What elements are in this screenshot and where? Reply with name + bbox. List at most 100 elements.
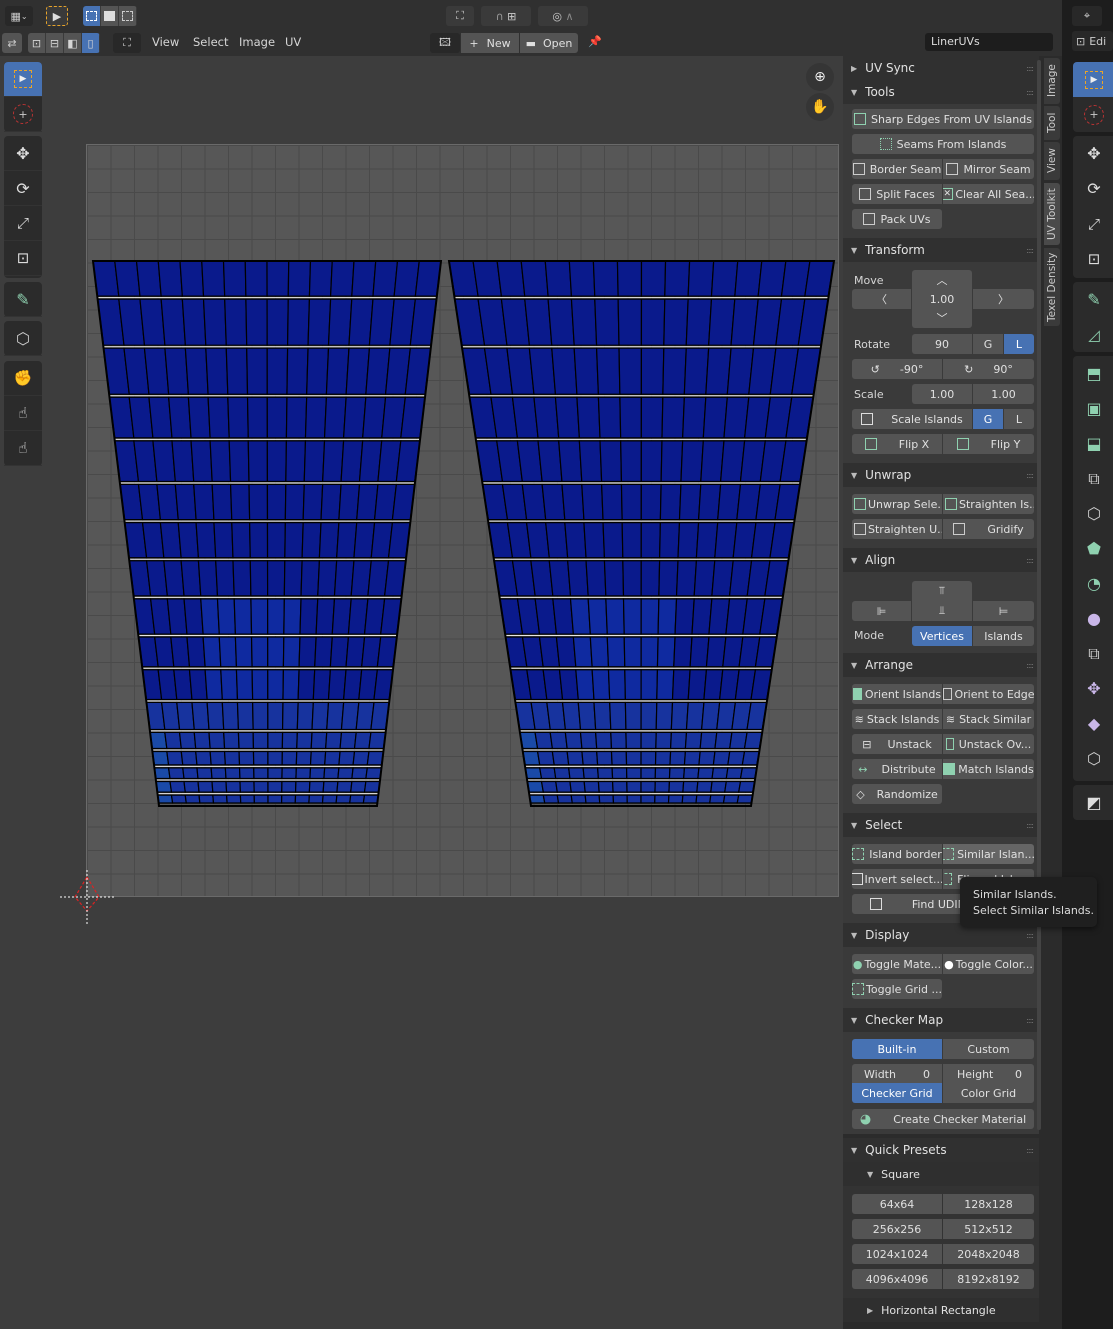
drag-grip-icon[interactable]: :::: (1026, 661, 1034, 670)
3d-tool-annotate[interactable]: ✎ (1073, 282, 1113, 317)
drag-grip-icon[interactable]: :::: (1026, 64, 1034, 73)
tool-rotate[interactable]: ⟳ (4, 171, 42, 206)
pan-view-button[interactable]: ✋ (806, 93, 834, 121)
preset-8192-button[interactable]: 8192x8192 (943, 1269, 1034, 1289)
panel-header-select[interactable]: ▼ Select:::: (843, 813, 1039, 837)
sticky-select-dropdown[interactable]: ⛶ (113, 33, 141, 53)
uv-island[interactable] (447, 260, 836, 807)
tool-move[interactable]: ✥ (4, 136, 42, 171)
scale-y-field[interactable]: 1.00 (973, 384, 1034, 404)
sharp-edges-button[interactable]: Sharp Edges From UV Islands (852, 109, 1034, 129)
scale-local-toggle[interactable]: L (1004, 409, 1034, 429)
uv-grid-canvas[interactable] (86, 144, 839, 897)
tool-transform[interactable]: ⊡ (4, 241, 42, 276)
3d-tool-cursor[interactable]: + (1073, 97, 1113, 132)
snap-dropdown[interactable]: ∩ ⊞ (481, 6, 531, 26)
face-mode-button[interactable]: ◧ (64, 33, 82, 53)
rotate-angle-field[interactable]: 90 (912, 334, 972, 354)
gridify-button[interactable]: Gridify (943, 519, 1034, 539)
open-image-button[interactable]: ▬ Open (520, 33, 578, 53)
island-border-button[interactable]: Island border (852, 844, 942, 864)
tool-scale[interactable]: ⤢ (4, 206, 42, 241)
3d-tool-measure[interactable]: ◿ (1073, 317, 1113, 352)
align-top-button[interactable]: ⫪ (912, 581, 972, 601)
tool-relax[interactable]: ☝ (4, 396, 42, 431)
image-browse-dropdown[interactable]: 🖾 (430, 33, 460, 53)
tab-uv-toolkit[interactable]: UV Toolkit (1044, 183, 1060, 245)
move-down-button[interactable]: ﹀ (912, 308, 972, 328)
align-bottom-button[interactable]: ⫫ (912, 601, 972, 621)
preset-128-button[interactable]: 128x128 (943, 1194, 1034, 1214)
unwrap-selected-button[interactable]: Unwrap Sele... (852, 494, 942, 514)
seams-from-islands-button[interactable]: Seams From Islands (852, 134, 1034, 154)
3d-tool-bevel[interactable]: ⬓ (1073, 426, 1113, 461)
match-islands-button[interactable]: Match Islands (943, 759, 1034, 779)
orient-to-edge-button[interactable]: Orient to Edge (943, 684, 1034, 704)
3d-tool-move[interactable]: ✥ (1073, 136, 1113, 171)
select-subtract-button[interactable] (119, 6, 137, 26)
zoom-view-button[interactable]: ⊕ (806, 63, 834, 91)
uv-sync-toggle[interactable]: ⇄ (2, 33, 22, 53)
pin-icon[interactable]: 📌 (588, 35, 602, 48)
rotate-ccw-button[interactable]: ↺ -90° (852, 359, 942, 379)
select-extend-button[interactable] (101, 6, 119, 26)
border-seam-button[interactable]: Border Seam (852, 159, 942, 179)
stack-islands-button[interactable]: ≋ Stack Islands (852, 709, 942, 729)
move-amount-field[interactable]: 1.00 (912, 289, 972, 309)
panel-header-transform[interactable]: ▼ Transform:::: (843, 238, 1039, 262)
similar-islands-button[interactable]: Similar Islan... (943, 844, 1034, 864)
scale-global-toggle[interactable]: G (973, 409, 1003, 429)
sidebar-scrollbar[interactable] (1037, 60, 1041, 1130)
stack-similar-button[interactable]: ≋ Stack Similar (943, 709, 1034, 729)
width-field[interactable]: Width 0 (852, 1064, 942, 1084)
subpanel-header-square[interactable]: ▼ Square (843, 1162, 1039, 1186)
3d-editor-type-dropdown[interactable]: ⌖ (1072, 6, 1102, 26)
rotate-cw-button[interactable]: ↻ 90° (943, 359, 1034, 379)
new-image-button[interactable]: + New (461, 33, 519, 53)
tab-view[interactable]: View (1044, 142, 1060, 180)
builtin-toggle[interactable]: Built-in (852, 1039, 942, 1059)
move-up-button[interactable]: ︿ (912, 270, 972, 290)
unstack-button[interactable]: ⊟ Unstack (852, 734, 942, 754)
select-tool-button[interactable]: ▶ (46, 6, 68, 26)
toggle-material-button[interactable]: ● Toggle Mate... (852, 954, 942, 974)
tool-annotate[interactable]: ✎ (4, 282, 42, 317)
mode-islands-toggle[interactable]: Islands (973, 626, 1034, 646)
tab-texel-density[interactable]: Texel Density (1044, 248, 1060, 326)
rotate-local-toggle[interactable]: L (1004, 334, 1034, 354)
island-mode-button[interactable]: ▯ (82, 33, 100, 53)
vertex-mode-button[interactable]: ⊡ (28, 33, 46, 53)
proportional-editing[interactable]: ◎ ∧ (538, 6, 588, 26)
tool-rip[interactable]: ⬡ (4, 321, 42, 356)
distribute-button[interactable]: ↔ Distribute (852, 759, 942, 779)
mode-vertices-toggle[interactable]: Vertices (912, 626, 972, 646)
preset-2048-button[interactable]: 2048x2048 (943, 1244, 1034, 1264)
3d-tool-select[interactable]: ▶ (1073, 62, 1113, 97)
panel-header-quick-presets[interactable]: ▼ Quick Presets:::: (843, 1138, 1039, 1162)
toggle-grid-button[interactable]: Toggle Grid ... (852, 979, 942, 999)
split-faces-button[interactable]: Split Faces (852, 184, 942, 204)
3d-tool-rip-region[interactable]: ⬡ (1073, 741, 1113, 776)
mirror-seam-button[interactable]: Mirror Seam (943, 159, 1034, 179)
panel-header-checker-map[interactable]: ▼ Checker Map:::: (843, 1008, 1039, 1032)
3d-tool-extrude[interactable]: ⬒ (1073, 356, 1113, 391)
flip-x-button[interactable]: Flip X (852, 434, 942, 454)
menu-view[interactable]: View (152, 35, 179, 49)
panel-header-unwrap[interactable]: ▼ Unwrap:::: (843, 463, 1039, 487)
3d-tool-spin[interactable]: ◔ (1073, 566, 1113, 601)
tab-image[interactable]: Image (1044, 58, 1060, 104)
menu-select[interactable]: Select (193, 35, 228, 49)
toggle-color-button[interactable]: ● Toggle Color... (943, 954, 1034, 974)
straighten-islands-button[interactable]: Straighten Is... (943, 494, 1034, 514)
move-left-button[interactable]: 〈 (852, 289, 911, 309)
panel-header-align[interactable]: ▼ Align:::: (843, 548, 1039, 572)
tab-tool[interactable]: Tool (1044, 106, 1060, 140)
invert-selection-button[interactable]: Invert select... (852, 869, 942, 889)
panel-header-uv-sync[interactable]: ▶ UV Sync:::: (843, 56, 1039, 80)
color-grid-toggle[interactable]: Color Grid (943, 1083, 1034, 1103)
orient-islands-button[interactable]: Orient Islands (852, 684, 942, 704)
align-left-button[interactable]: ⊫ (852, 601, 911, 621)
3d-tool-inset[interactable]: ▣ (1073, 391, 1113, 426)
align-right-button[interactable]: ⊨ (973, 601, 1034, 621)
select-new-button[interactable] (83, 6, 101, 26)
